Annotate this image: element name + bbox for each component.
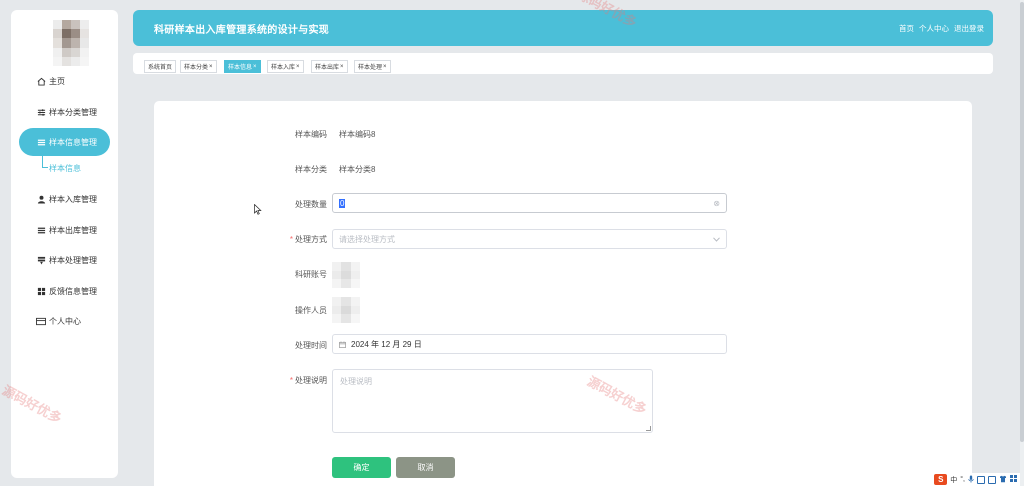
tab-label: 系统首页 bbox=[148, 65, 173, 71]
sidebar-item-label: 主页 bbox=[49, 76, 65, 86]
sliders-icon bbox=[36, 108, 46, 117]
sidebar: 主页 样本分类管理 样本信息管理 样本信息 样本入库管理 样本出库管理 样本处理… bbox=[11, 10, 118, 478]
close-icon[interactable]: × bbox=[383, 64, 387, 70]
tab-sample-info[interactable]: 样本信息 × bbox=[224, 60, 261, 73]
tree-line bbox=[42, 167, 48, 168]
close-icon[interactable]: × bbox=[209, 64, 213, 70]
account-avatar bbox=[332, 262, 360, 288]
operator-label: 操作人员 bbox=[295, 306, 327, 315]
skin-icon[interactable] bbox=[999, 475, 1007, 485]
home-link[interactable]: 首页 bbox=[899, 23, 914, 34]
sidebar-item-sample-inbound[interactable]: 样本入库管理 bbox=[19, 186, 110, 212]
grid-icon bbox=[36, 287, 46, 296]
method-label: * 处理方式 bbox=[289, 235, 327, 244]
cancel-button[interactable]: 取消 bbox=[396, 457, 455, 478]
tab-label: 样本出库 bbox=[315, 65, 340, 71]
form-card: 样本编码 样本编码8 样本分类 样本分类8 处理数量 0 ⊗ * 处理方式 请选择… bbox=[154, 101, 972, 486]
list-icon bbox=[36, 226, 46, 235]
user-icon bbox=[36, 195, 46, 204]
code-value: 样本编码8 bbox=[339, 130, 376, 139]
sidebar-item-feedback[interactable]: 反馈信息管理 bbox=[19, 278, 110, 304]
home-icon bbox=[36, 77, 46, 86]
operator-avatar bbox=[332, 297, 360, 323]
microphone-icon[interactable] bbox=[968, 475, 974, 485]
list-icon bbox=[36, 138, 46, 147]
tab-sample-inbound[interactable]: 样本入库 × bbox=[267, 60, 304, 73]
sidebar-item-sample-outbound[interactable]: 样本出库管理 bbox=[19, 217, 110, 243]
sidebar-item-sample-category[interactable]: 样本分类管理 bbox=[19, 99, 110, 125]
close-icon[interactable]: × bbox=[296, 64, 300, 70]
method-placeholder: 请选择处理方式 bbox=[339, 234, 395, 244]
scrollbar-thumb[interactable] bbox=[1020, 2, 1024, 442]
system-tray: S 中 °, bbox=[931, 473, 1020, 486]
category-label: 样本分类 bbox=[295, 165, 327, 174]
mouse-pointer-icon bbox=[254, 203, 262, 217]
avatar bbox=[53, 20, 89, 66]
sidebar-item-label: 样本出库管理 bbox=[49, 225, 97, 235]
app-title: 科研样本出入库管理系统的设计与实现 bbox=[154, 24, 330, 36]
resize-handle[interactable] bbox=[646, 426, 651, 431]
tab-sample-outbound[interactable]: 样本出库 × bbox=[311, 60, 348, 73]
ime-mode-label[interactable]: 中 bbox=[950, 475, 957, 485]
tree-line bbox=[42, 154, 43, 168]
tab-sample-category[interactable]: 样本分类 × bbox=[180, 60, 217, 73]
chevron-down-icon bbox=[713, 235, 720, 244]
header-links: 首页 个人中心 退出登录 bbox=[899, 23, 984, 34]
time-value: 2024 年 12 月 29 日 bbox=[351, 339, 422, 349]
category-value: 样本分类8 bbox=[339, 165, 376, 174]
tab-sample-processing[interactable]: 样本处理 × bbox=[354, 60, 391, 73]
sidebar-item-personal-center[interactable]: 个人中心 bbox=[19, 308, 110, 334]
sidebar-item-label: 样本分类管理 bbox=[49, 107, 97, 117]
sidebar-item-sample-info[interactable]: 样本信息管理 bbox=[19, 128, 110, 156]
tab-label: 样本入库 bbox=[271, 65, 296, 71]
tab-bar: 系统首页 样本分类 × 样本信息 × 样本入库 × 样本出库 × 样本处理 × bbox=[133, 53, 993, 74]
sidebar-subitem-sample-info[interactable]: 样本信息 bbox=[49, 163, 81, 174]
grid-menu-icon[interactable] bbox=[1010, 475, 1017, 484]
card-icon bbox=[36, 317, 46, 326]
keyboard-icon[interactable] bbox=[977, 475, 985, 484]
sidebar-item-sample-processing[interactable]: 样本处理管理 bbox=[19, 247, 110, 273]
punctuation-icon[interactable]: °, bbox=[960, 476, 965, 483]
description-textarea[interactable]: 处理说明 bbox=[332, 369, 653, 433]
sidebar-item-label: 个人中心 bbox=[49, 316, 81, 326]
sidebar-item-label: 样本入库管理 bbox=[49, 194, 97, 204]
funnel-icon bbox=[36, 256, 46, 265]
time-label: 处理时间 bbox=[295, 341, 327, 350]
calendar-icon bbox=[339, 340, 346, 348]
description-label: * 处理说明 bbox=[289, 376, 327, 385]
sidebar-item-label: 反馈信息管理 bbox=[49, 286, 97, 296]
tab-dashboard[interactable]: 系统首页 bbox=[144, 60, 177, 73]
time-input[interactable]: 2024 年 12 月 29 日 bbox=[332, 334, 727, 354]
sidebar-item-home[interactable]: 主页 bbox=[19, 68, 110, 94]
logout-link[interactable]: 退出登录 bbox=[954, 23, 984, 34]
tab-label: 样本处理 bbox=[358, 65, 383, 71]
personal-center-link[interactable]: 个人中心 bbox=[919, 23, 949, 34]
quantity-value: 0 bbox=[339, 198, 346, 208]
confirm-button[interactable]: 确定 bbox=[332, 457, 391, 478]
quantity-label: 处理数量 bbox=[295, 200, 327, 209]
sidebar-item-label: 样本处理管理 bbox=[49, 255, 97, 265]
sogou-ime-icon[interactable]: S bbox=[934, 474, 948, 485]
close-icon[interactable]: × bbox=[340, 64, 344, 70]
clear-icon[interactable]: ⊗ bbox=[713, 199, 720, 208]
close-icon[interactable]: × bbox=[253, 64, 257, 70]
code-label: 样本编码 bbox=[295, 130, 327, 139]
sidebar-item-label: 样本信息管理 bbox=[49, 137, 97, 147]
tab-label: 样本信息 bbox=[228, 65, 253, 71]
top-header: 科研样本出入库管理系统的设计与实现 首页 个人中心 退出登录 bbox=[133, 10, 993, 46]
account-label: 科研账号 bbox=[295, 270, 327, 279]
tab-label: 样本分类 bbox=[184, 65, 209, 71]
method-select[interactable]: 请选择处理方式 bbox=[332, 229, 727, 249]
toolbox-icon[interactable] bbox=[988, 475, 996, 484]
quantity-input[interactable]: 0 ⊗ bbox=[332, 193, 727, 213]
description-placeholder: 处理说明 bbox=[340, 377, 372, 386]
